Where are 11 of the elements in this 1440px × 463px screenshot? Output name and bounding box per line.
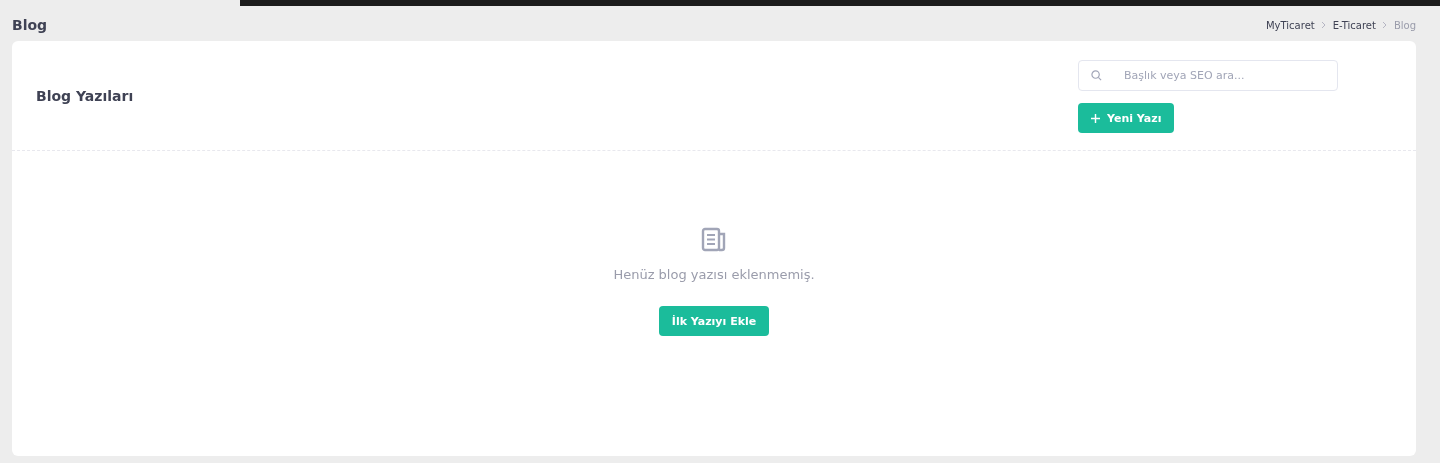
page-title: Blog bbox=[12, 17, 48, 33]
breadcrumb-link[interactable]: E-Ticaret bbox=[1332, 19, 1376, 31]
newspaper-icon bbox=[701, 227, 727, 253]
search-icon bbox=[1091, 70, 1102, 81]
chevron-icon bbox=[1381, 21, 1388, 29]
search-field[interactable]: Başlık veya SEO ara... bbox=[1078, 60, 1338, 91]
card-title: Blog Yazıları bbox=[36, 87, 134, 104]
empty-message: Henüz blog yazısı eklenmemiş. bbox=[613, 267, 815, 282]
breadcrumb-link[interactable]: MyTicaret bbox=[1266, 19, 1315, 31]
chevron-icon bbox=[1320, 21, 1327, 29]
plus-icon bbox=[1091, 113, 1100, 123]
